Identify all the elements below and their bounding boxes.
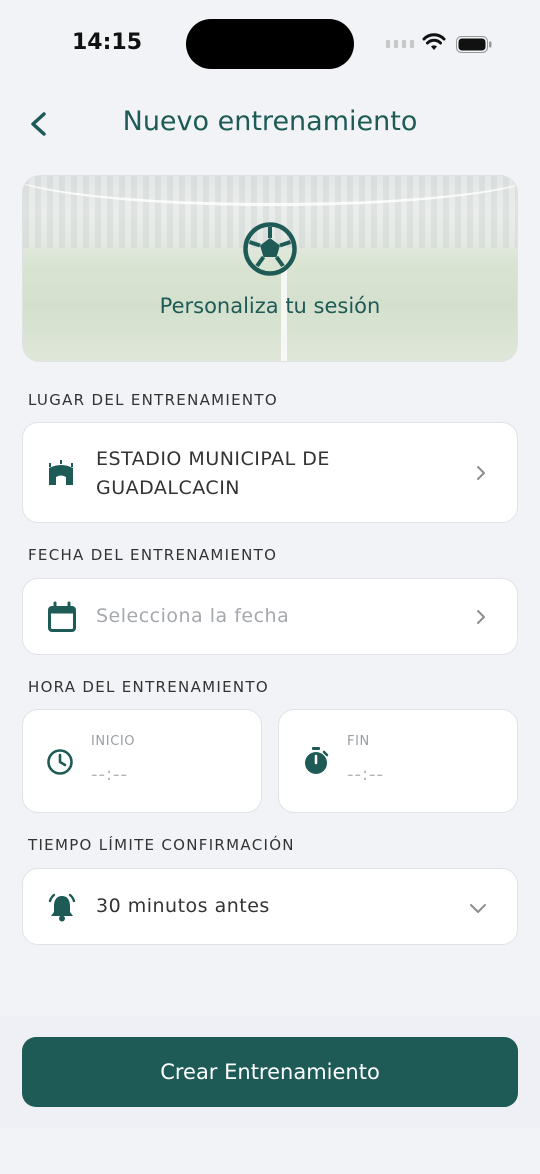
dynamic-island	[186, 19, 354, 69]
soccer-ball-icon	[243, 222, 297, 276]
confirmation-section-label: TIEMPO LÍMITE CONFIRMACIÓN	[28, 836, 295, 854]
location-value: ESTADIO MUNICIPAL DE GUADALCACIN	[96, 448, 330, 499]
confirmation-value: 30 minutos antes	[96, 895, 270, 917]
hero-title: Personaliza tu sesión	[159, 294, 381, 318]
session-hero-banner: Personaliza tu sesión	[22, 175, 518, 362]
clock-icon	[47, 749, 73, 775]
date-selector[interactable]: Selecciona la fecha	[22, 578, 518, 655]
start-time-label: INICIO	[91, 734, 136, 749]
date-section-label: FECHA DEL ENTRENAMIENTO	[28, 546, 278, 564]
header: Nuevo entrenamiento	[0, 96, 540, 152]
wifi-icon	[422, 33, 446, 50]
stadium-icon	[49, 460, 73, 485]
page-title: Nuevo entrenamiento	[122, 106, 418, 137]
location-section-label: LUGAR DEL ENTRENAMIENTO	[28, 391, 278, 409]
date-placeholder: Selecciona la fecha	[96, 605, 290, 627]
end-time-picker[interactable]: FIN --:--	[278, 709, 518, 813]
end-time-value: --:--	[347, 764, 385, 785]
status-bar: 14:15	[0, 0, 540, 90]
alarm-bell-icon	[48, 893, 76, 922]
create-training-button[interactable]: Crear Entrenamiento	[22, 1037, 518, 1107]
stopwatch-icon	[305, 747, 329, 774]
end-time-label: FIN	[347, 734, 370, 749]
chevron-down-icon	[470, 904, 486, 913]
calendar-icon	[48, 601, 76, 632]
cellular-signal-icon	[386, 40, 414, 48]
start-time-value: --:--	[91, 764, 129, 785]
start-time-picker[interactable]: INICIO --:--	[22, 709, 262, 813]
confirmation-time-dropdown[interactable]: 30 minutos antes	[22, 868, 518, 945]
chevron-right-icon	[477, 466, 485, 480]
battery-icon	[456, 36, 492, 53]
chevron-right-icon	[477, 610, 485, 624]
time-section-label: HORA DEL ENTRENAMIENTO	[28, 678, 269, 696]
location-selector[interactable]: ESTADIO MUNICIPAL DE GUADALCACIN	[22, 422, 518, 523]
status-time: 14:15	[72, 30, 143, 55]
